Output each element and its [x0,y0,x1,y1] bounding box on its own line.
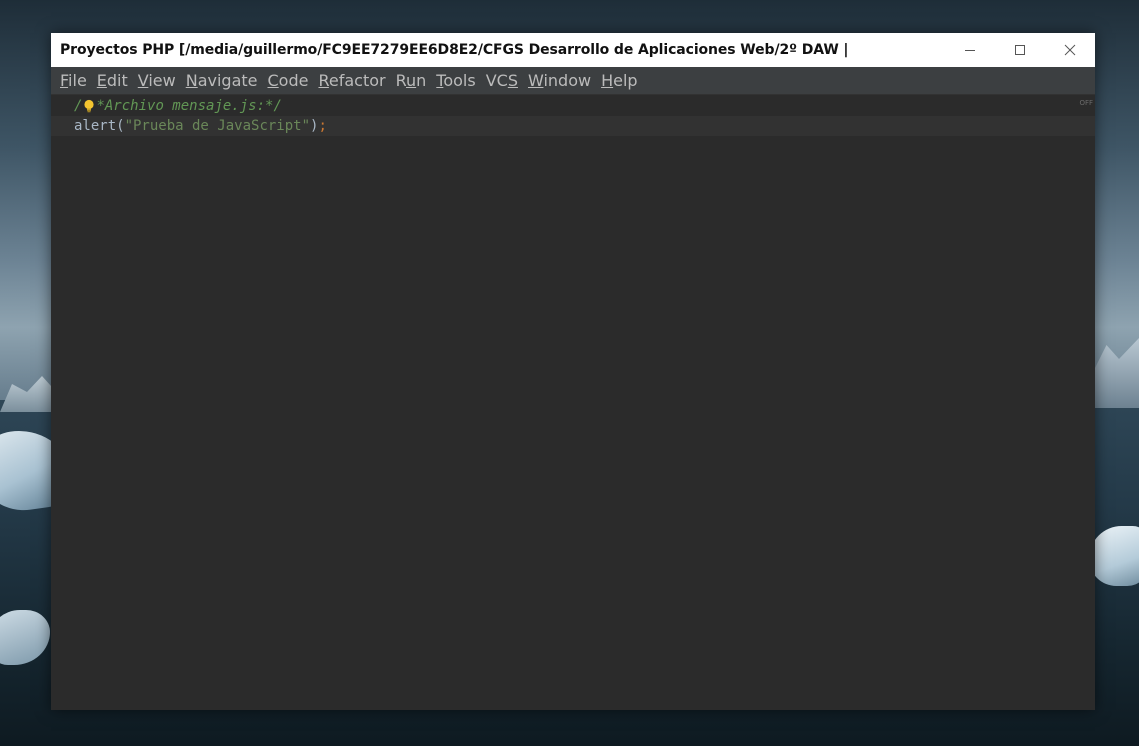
menu-help[interactable]: Help [601,71,637,90]
close-icon [1064,44,1076,56]
minimize-button[interactable] [945,33,995,67]
code-editor[interactable]: / *Archivo mensaje.js:*/ alert("Prueba de… [51,95,1095,710]
menu-bar: File Edit View Navigate Code Refactor Ru… [51,67,1095,95]
menu-refactor[interactable]: Refactor [318,71,385,90]
menu-window[interactable]: Window [528,71,591,90]
menu-view[interactable]: View [138,71,176,90]
code-line-2[interactable]: alert("Prueba de JavaScript"); [51,116,1095,136]
menu-code[interactable]: Code [268,71,309,90]
maximize-icon [1015,45,1025,55]
code-semicolon: ; [318,118,327,134]
code-line-1[interactable]: / *Archivo mensaje.js:*/ [51,96,1095,116]
menu-run[interactable]: Run [396,71,427,90]
code-call: alert( [74,118,125,134]
comment-text: *Archivo mensaje.js:*/ [96,98,282,114]
code-string: "Prueba de JavaScript" [124,118,311,134]
menu-file[interactable]: File [60,71,87,90]
menu-vcs[interactable]: VCS [486,71,518,90]
menu-navigate[interactable]: Navigate [186,71,258,90]
menu-edit[interactable]: Edit [97,71,128,90]
maximize-button[interactable] [995,33,1045,67]
close-button[interactable] [1045,33,1095,67]
comment-start: / [74,98,83,114]
window-titlebar[interactable]: Proyectos PHP [/media/guillermo/FC9EE727… [51,33,1095,67]
window-controls [945,33,1095,67]
menu-tools[interactable]: Tools [436,71,475,90]
ide-window: Proyectos PHP [/media/guillermo/FC9EE727… [51,33,1095,710]
minimize-icon [965,50,975,51]
lightbulb-icon[interactable] [83,99,95,113]
inspection-toggle[interactable]: OFF [1079,99,1093,107]
window-title: Proyectos PHP [/media/guillermo/FC9EE727… [60,42,849,58]
